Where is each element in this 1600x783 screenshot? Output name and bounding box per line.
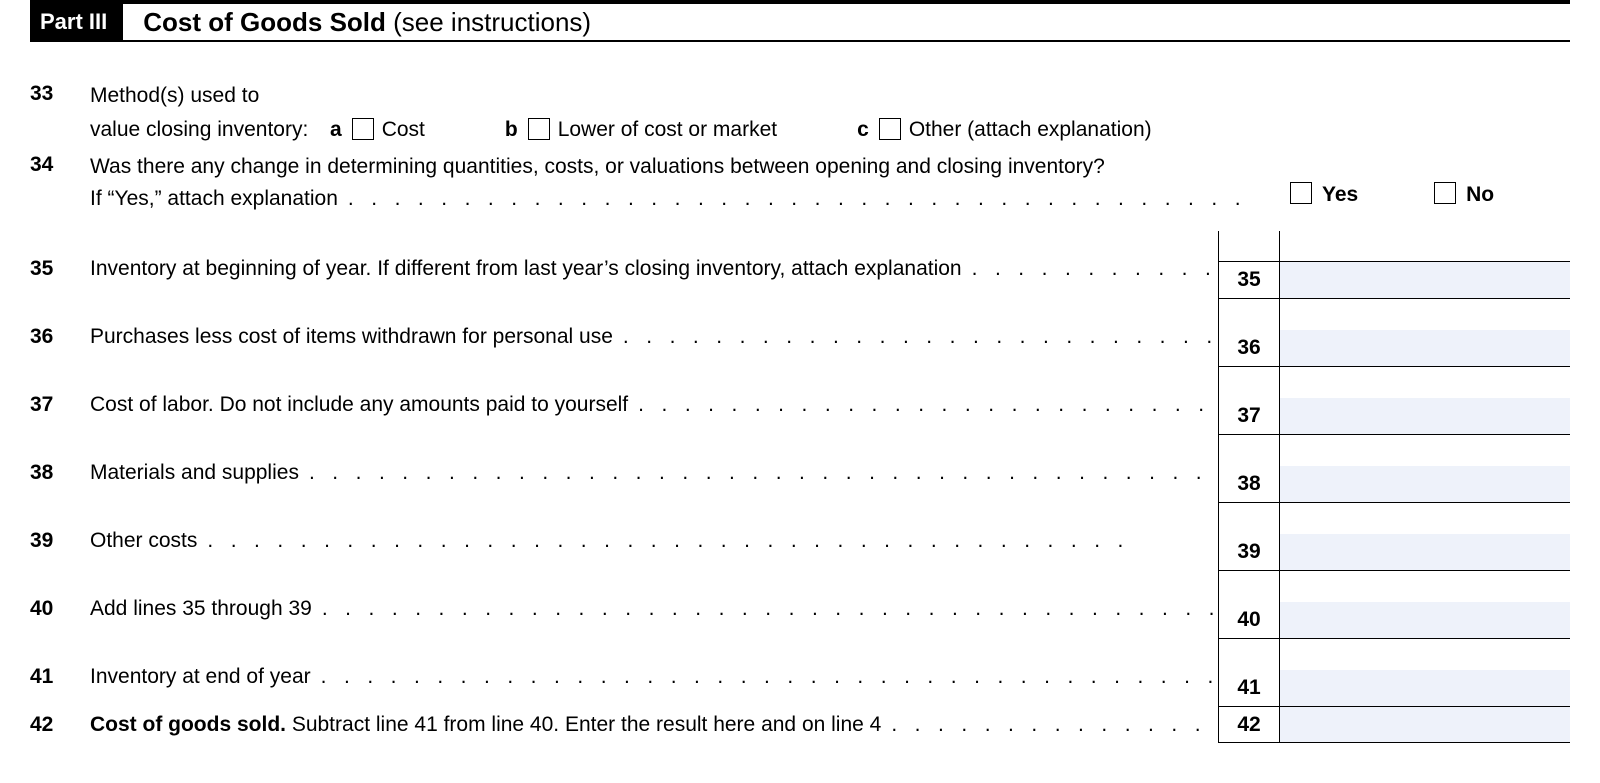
line-number: 35 xyxy=(30,257,90,299)
line-41: 41Inventory at end of year41 xyxy=(30,639,1570,707)
part-header: Part III Cost of Goods Sold (see instruc… xyxy=(30,0,1570,42)
line-description: Add lines 35 through 39 xyxy=(90,597,1218,621)
line-39: 39Other costs39 xyxy=(30,503,1570,571)
line-description: Cost of labor. Do not include any amount… xyxy=(90,393,1218,417)
checkbox-lower-of-cost[interactable] xyxy=(528,118,550,140)
option-c-label: c xyxy=(857,116,869,144)
box-number: 42 xyxy=(1219,707,1279,743)
box-number: 35 xyxy=(1219,261,1279,299)
line-number: 41 xyxy=(30,665,90,707)
line-33-text-1: Method(s) used to xyxy=(90,82,1570,110)
amount-field-38[interactable] xyxy=(1280,466,1570,503)
part-title: Cost of Goods Sold (see instructions) xyxy=(143,7,591,38)
checkbox-cost[interactable] xyxy=(352,118,374,140)
line-38: 38Materials and supplies38 xyxy=(30,435,1570,503)
checkbox-other[interactable] xyxy=(879,118,901,140)
amount-field-41[interactable] xyxy=(1280,670,1570,707)
line-number: 42 xyxy=(30,713,90,743)
checkbox-yes[interactable] xyxy=(1290,182,1312,204)
amount-field-40[interactable] xyxy=(1280,602,1570,639)
part-title-bold: Cost of Goods Sold xyxy=(143,7,386,37)
amount-field-42[interactable] xyxy=(1280,707,1570,743)
option-b-text: Lower of cost or market xyxy=(558,116,777,144)
part-tag: Part III xyxy=(30,4,123,40)
amount-lines-table: 35Inventory at beginning of year. If dif… xyxy=(30,231,1570,743)
line-description: Materials and supplies xyxy=(90,461,1218,485)
line-description: Inventory at beginning of year. If diffe… xyxy=(90,257,1218,281)
line-34-text-1: Was there any change in determining quan… xyxy=(90,153,1260,181)
checkbox-no[interactable] xyxy=(1434,182,1456,204)
yes-label: Yes xyxy=(1322,183,1358,206)
line-36: 36Purchases less cost of items withdrawn… xyxy=(30,299,1570,367)
line-description: Inventory at end of year xyxy=(90,665,1218,689)
box-number: 41 xyxy=(1219,670,1279,707)
box-number: 39 xyxy=(1219,534,1279,571)
box-number: 38 xyxy=(1219,466,1279,503)
option-a-text: Cost xyxy=(382,116,425,144)
line-number: 37 xyxy=(30,393,90,435)
line-33: 33 Method(s) used to value closing inven… xyxy=(30,82,1570,145)
amount-field-39[interactable] xyxy=(1280,534,1570,571)
line-number: 39 xyxy=(30,529,90,571)
box-number: 36 xyxy=(1219,330,1279,367)
line-40: 40Add lines 35 through 3940 xyxy=(30,571,1570,639)
line-description: Purchases less cost of items withdrawn f… xyxy=(90,325,1218,349)
line-33-text-2: value closing inventory: xyxy=(90,116,330,144)
line-number: 34 xyxy=(30,153,90,177)
line-37: 37Cost of labor. Do not include any amou… xyxy=(30,367,1570,435)
line-34: 34 Was there any change in determining q… xyxy=(30,153,1570,214)
box-number: 37 xyxy=(1219,398,1279,435)
line-number: 33 xyxy=(30,82,90,106)
line-42: 42Cost of goods sold. Subtract line 41 f… xyxy=(30,707,1570,743)
line-description: Cost of goods sold. Subtract line 41 fro… xyxy=(90,713,1218,737)
line-34-text-2: If “Yes,” attach explanation xyxy=(90,187,338,210)
amount-field-35[interactable] xyxy=(1280,261,1570,299)
amount-field-37[interactable] xyxy=(1280,398,1570,435)
part-title-rest: (see instructions) xyxy=(386,7,591,37)
box-number: 40 xyxy=(1219,602,1279,639)
line-35: 35Inventory at beginning of year. If dif… xyxy=(30,231,1570,299)
no-label: No xyxy=(1466,183,1494,206)
option-a-label: a xyxy=(330,116,342,144)
line-number: 38 xyxy=(30,461,90,503)
line-number: 40 xyxy=(30,597,90,639)
option-c-text: Other (attach explanation) xyxy=(909,116,1152,144)
line-description: Other costs xyxy=(90,529,1218,553)
option-b-label: b xyxy=(505,116,518,144)
line-number: 36 xyxy=(30,325,90,367)
amount-field-36[interactable] xyxy=(1280,330,1570,367)
